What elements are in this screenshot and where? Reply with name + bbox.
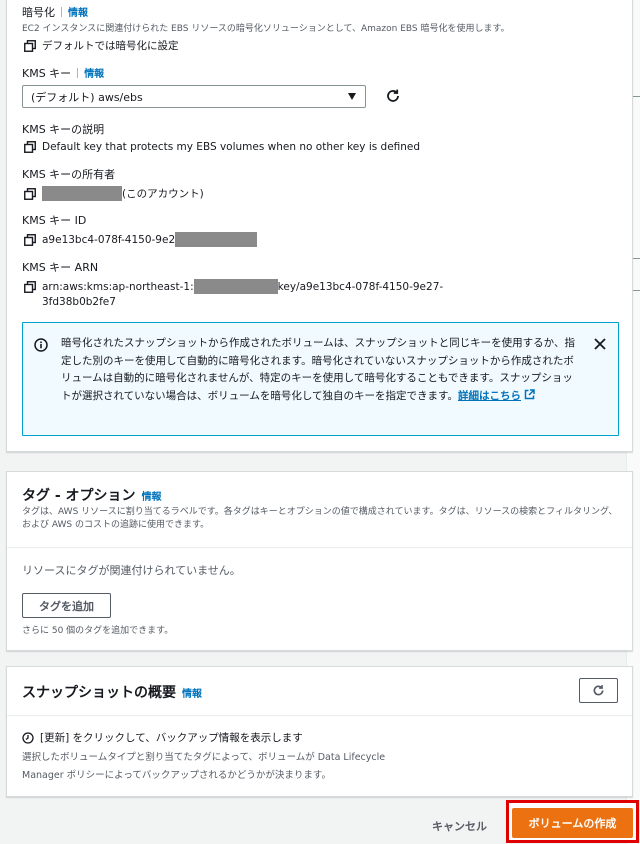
cancel-button[interactable]: キャンセル [432,818,487,834]
snapshot-refresh-hint-text: [更新] をクリックして、バックアップ情報を表示します [40,732,303,744]
default-encryption-note: デフォルトでは暗号化に設定 [24,38,179,53]
clock-icon [22,731,34,744]
kms-owner-suffix: (このアカウント) [122,188,204,200]
tags-info-link[interactable]: 情報 [142,492,162,503]
encryption-info-link[interactable]: 情報 [68,8,88,19]
refresh-icon[interactable] [384,87,402,105]
default-encryption-text: デフォルトでは暗号化に設定 [42,40,179,52]
copy-icon[interactable] [24,233,36,246]
snapshot-title: スナップショットの概要 [22,685,176,701]
copy-icon[interactable] [24,39,36,52]
snapshot-detail-line2: Manager ポリシーによってバックアップされるかどうかが決まります。 [22,770,331,781]
kms-id-text: a9e13bc4-078f-4150-9e2 [42,233,176,246]
create-volume-button[interactable]: ボリュームの作成 [512,808,633,838]
tags-limit-hint: さらに 50 個のタグを追加できます。 [22,626,174,636]
kms-id-label: KMS キー ID [22,214,87,227]
kms-arn-prefix: arn:aws:kms:ap-northeast-1: [42,280,194,293]
snapshot-info-link[interactable]: 情報 [182,689,202,700]
encryption-info-alert: 暗号化されたスナップショットから作成されたボリュームは、スナップショットと同じキ… [22,322,619,436]
copy-icon[interactable] [24,141,36,153]
kms-desc-value: Default key that protects my EBS volumes… [24,141,420,153]
kms-arn-line2: 3fd38b0b2fe7 [42,296,116,308]
tags-title: タグ - オプション [22,488,136,504]
caret-down-icon [348,93,356,100]
snapshot-detail-line1: 選択したボリュームタイプと割り当てたタグによって、ボリュームが Data Lif… [22,752,386,763]
refresh-icon [593,685,604,696]
copy-icon[interactable] [24,280,36,293]
encryption-description: EC2 インスタンスに関連付けられた EBS リソースの暗号化ソリューションとし… [22,24,510,34]
kms-owner-value: (このアカウント) [24,186,204,201]
snapshot-summary-panel: スナップショットの概要 情報 [更新] をクリックして、バックアップ情報を表示しま… [6,666,633,797]
learn-more-link[interactable]: 詳細はこちら [458,390,521,402]
close-icon[interactable] [593,337,607,351]
kms-id-value: a9e13bc4-078f-4150-9e2 [24,232,258,247]
kms-arn-label: KMS キー ARN [22,261,99,274]
edge-tick [633,290,640,291]
divider [7,715,632,716]
snapshot-heading: スナップショットの概要 情報 [22,682,202,702]
kms-owner-label: KMS キーの所有者 [22,168,116,181]
edge-tick [633,258,640,259]
kms-key-label-text: KMS キー [22,67,72,80]
kms-key-selected-value: (デフォルト) aws/ebs [31,90,143,104]
kms-key-label: KMS キー 情報 [22,65,104,81]
external-link-icon[interactable] [524,388,535,400]
edge-tick [633,96,640,97]
redacted-key-id [175,232,258,247]
redacted-account-id [42,186,122,201]
snapshot-refresh-button[interactable] [579,678,618,703]
add-tag-button[interactable]: タグを追加 [22,593,111,618]
kms-arn-value: arn:aws:kms:ap-northeast-1: key/a9e13bc4… [24,279,443,294]
divider [7,547,632,548]
encryption-heading: 暗号化 情報 [22,4,88,20]
encryption-title: 暗号化 [22,6,55,19]
kms-desc-label: KMS キーの説明 [22,123,105,136]
kms-arn-suffix: key/a9e13bc4-078f-4150-9e27- [277,280,444,293]
kms-desc-text: Default key that protects my EBS volumes… [42,141,421,153]
tags-heading: タグ - オプション 情報 [22,485,162,505]
tags-panel: タグ - オプション 情報 タグは、AWS リソースに割り当てるラベルです。各タグ… [6,471,633,651]
alert-message: 暗号化されたスナップショットから作成されたボリュームは、スナップショットと同じキ… [61,335,581,405]
kms-key-select[interactable]: (デフォルト) aws/ebs [22,85,366,108]
info-circle-icon [34,338,48,352]
kms-key-info-link[interactable]: 情報 [84,69,104,80]
snapshot-refresh-hint: [更新] をクリックして、バックアップ情報を表示します [22,730,303,745]
copy-icon[interactable] [24,187,36,200]
encryption-panel: 暗号化 情報 EC2 インスタンスに関連付けられた EBS リソースの暗号化ソリュ… [6,0,633,452]
no-tags-text: リソースにタグが関連付けられていません。 [22,564,241,577]
redacted-arn-account [193,279,278,294]
tags-description: タグは、AWS リソースに割り当てるラベルです。各タグはキーとオプションの値で構… [22,507,618,530]
